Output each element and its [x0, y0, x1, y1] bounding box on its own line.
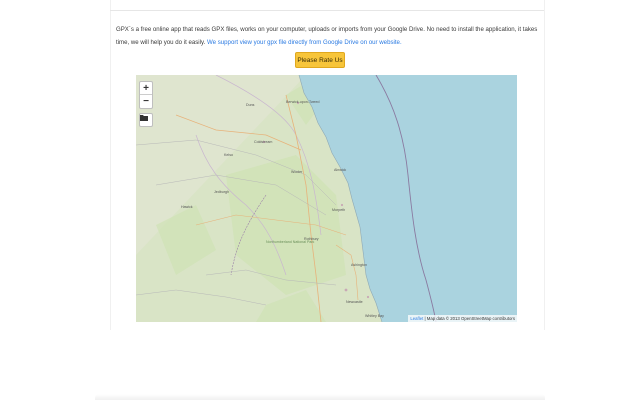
divider: [110, 10, 544, 11]
map-view[interactable]: Berwick-upon-Tweed Duns Coldstream Kelso…: [136, 75, 517, 322]
map-label: Duns: [246, 103, 255, 107]
content-frame-left: [110, 0, 111, 330]
page: GPX`s a free online app that reads GPX f…: [0, 0, 640, 400]
map-label: Wooler: [291, 170, 303, 174]
zoom-control: + −: [139, 81, 153, 109]
attribution-text: | Map data © 2013 OpenStreetMap contribu…: [423, 316, 515, 321]
zoom-in-button[interactable]: +: [140, 82, 152, 95]
open-file-button[interactable]: [139, 113, 153, 127]
map-label: Berwick-upon-Tweed: [286, 100, 320, 104]
content-frame-right: [544, 0, 545, 330]
bottom-panel-edge: [95, 394, 545, 400]
folder-icon: [140, 115, 148, 121]
google-drive-link[interactable]: We support view your gpx file directly f…: [207, 39, 402, 46]
map-label: Coldstream: [254, 140, 273, 144]
map-label: Morpeth: [332, 208, 346, 212]
map-attribution: Leaflet | Map data © 2013 OpenStreetMap …: [408, 315, 517, 322]
map-label: Hawick: [181, 205, 193, 209]
map-label: Alnwick: [334, 168, 347, 172]
leaflet-link[interactable]: Leaflet: [410, 316, 423, 321]
map-label: Ashington: [351, 263, 367, 267]
map-label: Whitley Bay: [365, 314, 384, 318]
map-tiles: [136, 75, 517, 322]
map-label-park: Northumberland National Park: [266, 240, 315, 244]
intro-paragraph: GPX`s a free online app that reads GPX f…: [116, 24, 540, 49]
map-label: Newcastle: [346, 300, 363, 304]
zoom-out-button[interactable]: −: [140, 95, 152, 108]
map-label: Kelso: [224, 153, 233, 157]
rate-us-button[interactable]: Please Rate Us: [295, 52, 345, 68]
map-label: Jedburgh: [214, 190, 229, 194]
